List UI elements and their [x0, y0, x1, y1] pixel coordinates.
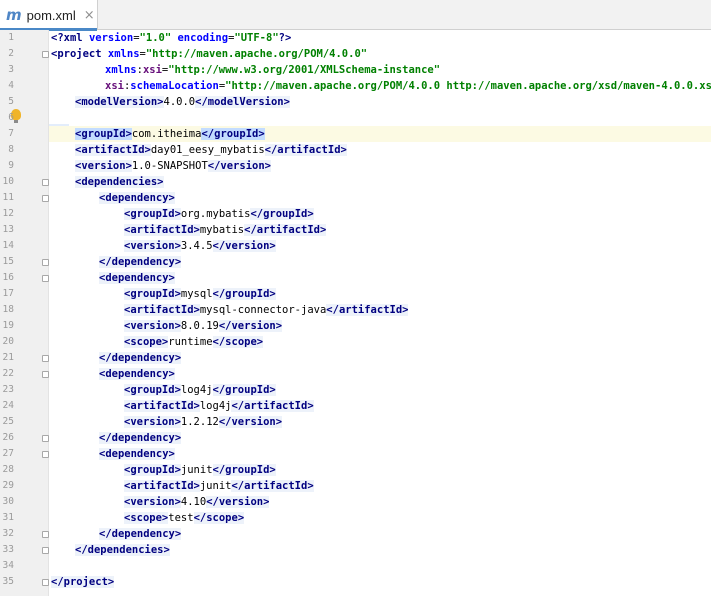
- line-number: 30: [2, 496, 14, 507]
- code-line-1: <?xml version="1.0" encoding="UTF-8"?>: [51, 32, 292, 44]
- code-line-32: </dependency>: [99, 528, 182, 540]
- line-number: 4: [8, 80, 14, 91]
- code-line-7: <groupId>com.itheima</groupId>: [49, 126, 711, 142]
- maven-m-icon: m: [6, 5, 22, 24]
- fold-marker-icon[interactable]: [42, 51, 49, 58]
- code-line-26: </dependency>: [99, 432, 182, 444]
- code-editor[interactable]: <?xml version="1.0" encoding="UTF-8"?> <…: [49, 30, 711, 596]
- line-number: 34: [2, 560, 14, 571]
- code-line-3: xmlns:xsi="http://www.w3.org/2001/XMLSch…: [105, 64, 441, 76]
- fold-marker-icon[interactable]: [42, 371, 49, 378]
- code-line-29: <artifactId>junit</artifactId>: [124, 480, 314, 492]
- line-number: 26: [2, 432, 14, 443]
- tab-pom-xml[interactable]: m pom.xml ×: [0, 0, 98, 31]
- line-number: 23: [2, 384, 14, 395]
- line-number: 11: [2, 192, 14, 203]
- line-number: 32: [2, 528, 14, 539]
- fold-marker-icon[interactable]: [42, 275, 49, 282]
- line-number: 19: [2, 320, 14, 331]
- code-line-35: </project>: [51, 576, 115, 588]
- code-line-28: <groupId>junit</groupId>: [124, 464, 276, 476]
- line-number: 33: [2, 544, 14, 555]
- fold-marker-icon[interactable]: [42, 435, 49, 442]
- code-line-31: <scope>test</scope>: [124, 512, 245, 524]
- line-number: 20: [2, 336, 14, 347]
- code-line-5: <modelVersion>4.0.0</modelVersion>: [75, 96, 290, 108]
- fold-marker-icon[interactable]: [42, 451, 49, 458]
- code-line-14: <version>3.4.5</version>: [124, 240, 276, 252]
- line-number: 27: [2, 448, 14, 459]
- line-number: 22: [2, 368, 14, 379]
- code-line-13: <artifactId>mybatis</artifactId>: [124, 224, 327, 236]
- code-line-18: <artifactId>mysql-connector-java</artifa…: [124, 304, 409, 316]
- fold-marker-icon[interactable]: [42, 259, 49, 266]
- fold-marker-icon[interactable]: [42, 579, 49, 586]
- code-line-17: <groupId>mysql</groupId>: [124, 288, 276, 300]
- code-line-25: <version>1.2.12</version>: [124, 416, 283, 428]
- line-number: 8: [8, 144, 14, 155]
- code-line-19: <version>8.0.19</version>: [124, 320, 283, 332]
- close-icon[interactable]: ×: [84, 8, 95, 23]
- line-number: 10: [2, 176, 14, 187]
- line-number: 18: [2, 304, 14, 315]
- line-number: 13: [2, 224, 14, 235]
- code-line-15: </dependency>: [99, 256, 182, 268]
- tab-label: pom.xml: [26, 7, 76, 23]
- line-number: 7: [8, 128, 14, 139]
- line-number: 6: [8, 112, 14, 123]
- code-line-21: </dependency>: [99, 352, 182, 364]
- line-number: 1: [8, 32, 14, 43]
- code-line-20: <scope>runtime</scope>: [124, 336, 264, 348]
- line-number: 15: [2, 256, 14, 267]
- line-number: 17: [2, 288, 14, 299]
- code-line-22: <dependency>: [99, 368, 175, 380]
- line-number: 14: [2, 240, 14, 251]
- fold-marker-icon[interactable]: [42, 179, 49, 186]
- code-line-11: <dependency>: [99, 192, 175, 204]
- code-line-23: <groupId>log4j</groupId>: [124, 384, 276, 396]
- fold-marker-icon[interactable]: [42, 355, 49, 362]
- line-number: 5: [8, 96, 14, 107]
- line-number: 29: [2, 480, 14, 491]
- code-line-12: <groupId>org.mybatis</groupId>: [124, 208, 314, 220]
- line-number-gutter: 1 2 3 4 5 6 7 8 9 10 11 12 13 14 15 16 17 18 19 20 21 22 23 24 2…: [0, 30, 49, 596]
- line-number: 3: [8, 64, 14, 75]
- fold-marker-icon[interactable]: [42, 531, 49, 538]
- line-number: 2: [8, 48, 14, 59]
- code-line-4: xsi:schemaLocation="http://maven.apache.…: [105, 80, 711, 92]
- code-line-33: </dependencies>: [75, 544, 170, 556]
- code-line-8: <artifactId>day01_eesy_mybatis</artifact…: [75, 144, 347, 156]
- code-line-16: <dependency>: [99, 272, 175, 284]
- code-line-2: <project xmlns="http://maven.apache.org/…: [51, 48, 368, 60]
- line-number: 16: [2, 272, 14, 283]
- line-number: 35: [2, 576, 14, 587]
- line-number: 28: [2, 464, 14, 475]
- fold-marker-icon[interactable]: [42, 547, 49, 554]
- line-number: 12: [2, 208, 14, 219]
- line-number: 25: [2, 416, 14, 427]
- code-line-10: <dependencies>: [75, 176, 164, 188]
- code-line-9: <version>1.0-SNAPSHOT</version>: [75, 160, 271, 172]
- editor-tab-bar: m pom.xml ×: [0, 0, 711, 31]
- fold-marker-icon[interactable]: [42, 195, 49, 202]
- code-line-27: <dependency>: [99, 448, 175, 460]
- code-line-30: <version>4.10</version>: [124, 496, 270, 508]
- line-number: 24: [2, 400, 14, 411]
- line-number: 9: [8, 160, 14, 171]
- line-number: 21: [2, 352, 14, 363]
- code-line-24: <artifactId>log4j</artifactId>: [124, 400, 314, 412]
- line-number: 31: [2, 512, 14, 523]
